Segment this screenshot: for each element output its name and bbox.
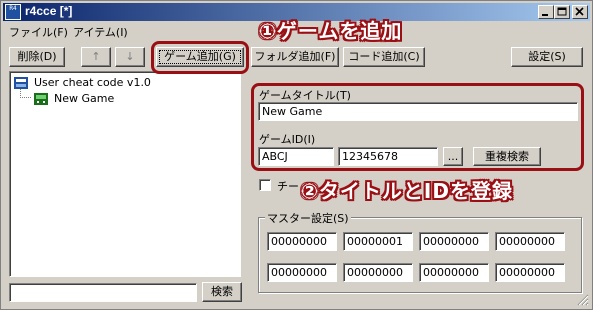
- annotation-step1: ①ゲームを追加: [259, 19, 403, 43]
- menu-file[interactable]: ファイル(F): [9, 24, 68, 40]
- move-down-button[interactable]: ↓: [115, 47, 145, 67]
- tree-connector: [20, 89, 32, 98]
- master-code-field[interactable]: 00000000: [495, 263, 565, 282]
- cheat-checkbox-label: チー: [277, 180, 299, 193]
- close-icon: [575, 7, 584, 16]
- cheat-checkbox[interactable]: [259, 179, 271, 191]
- master-settings-label: マスター設定(S): [265, 210, 351, 226]
- master-code-field[interactable]: 00000000: [419, 263, 489, 282]
- window-title: r4cce [*]: [25, 4, 73, 18]
- game-icon: [34, 93, 48, 105]
- minimize-icon: [542, 14, 548, 16]
- master-code-field[interactable]: 00000000: [267, 263, 337, 282]
- tree-root-label: User cheat code v1.0: [34, 76, 151, 89]
- add-code-button[interactable]: コード追加(C): [343, 47, 425, 67]
- settings-button[interactable]: 設定(S): [511, 47, 583, 67]
- maximize-button[interactable]: [554, 5, 570, 19]
- app-window: R4 r4cce [*] ファイル(F) アイテム(I) 削除(D) ↑ ↓ ゲ…: [0, 0, 593, 310]
- resize-grip-icon[interactable]: [577, 294, 589, 306]
- annotation-highlight-title-id: [251, 83, 584, 171]
- annotation-highlight-add-game: [151, 41, 249, 74]
- master-code-field[interactable]: 00000000: [267, 232, 337, 251]
- app-icon: R4: [5, 4, 21, 20]
- master-code-field[interactable]: 00000000: [495, 232, 565, 251]
- move-up-button[interactable]: ↑: [81, 47, 111, 67]
- menu-item[interactable]: アイテム(I): [73, 24, 128, 40]
- annotation-step2: ②タイトルとIDを登録: [301, 179, 513, 203]
- cheat-file-icon: [14, 77, 28, 89]
- minimize-button[interactable]: [538, 5, 554, 19]
- cheat-tree[interactable]: User cheat code v1.0 New Game: [9, 71, 241, 277]
- master-code-field[interactable]: 00000001: [343, 232, 413, 251]
- maximize-icon: [557, 7, 567, 16]
- tree-item-label: New Game: [54, 92, 115, 105]
- search-button[interactable]: 検索: [202, 282, 242, 302]
- search-input[interactable]: [9, 283, 197, 302]
- add-folder-button[interactable]: フォルダ追加(F): [251, 47, 339, 67]
- close-button[interactable]: [572, 5, 588, 19]
- master-code-field[interactable]: 00000000: [419, 232, 489, 251]
- master-code-field[interactable]: 00000000: [343, 263, 413, 282]
- delete-button[interactable]: 削除(D): [9, 47, 65, 67]
